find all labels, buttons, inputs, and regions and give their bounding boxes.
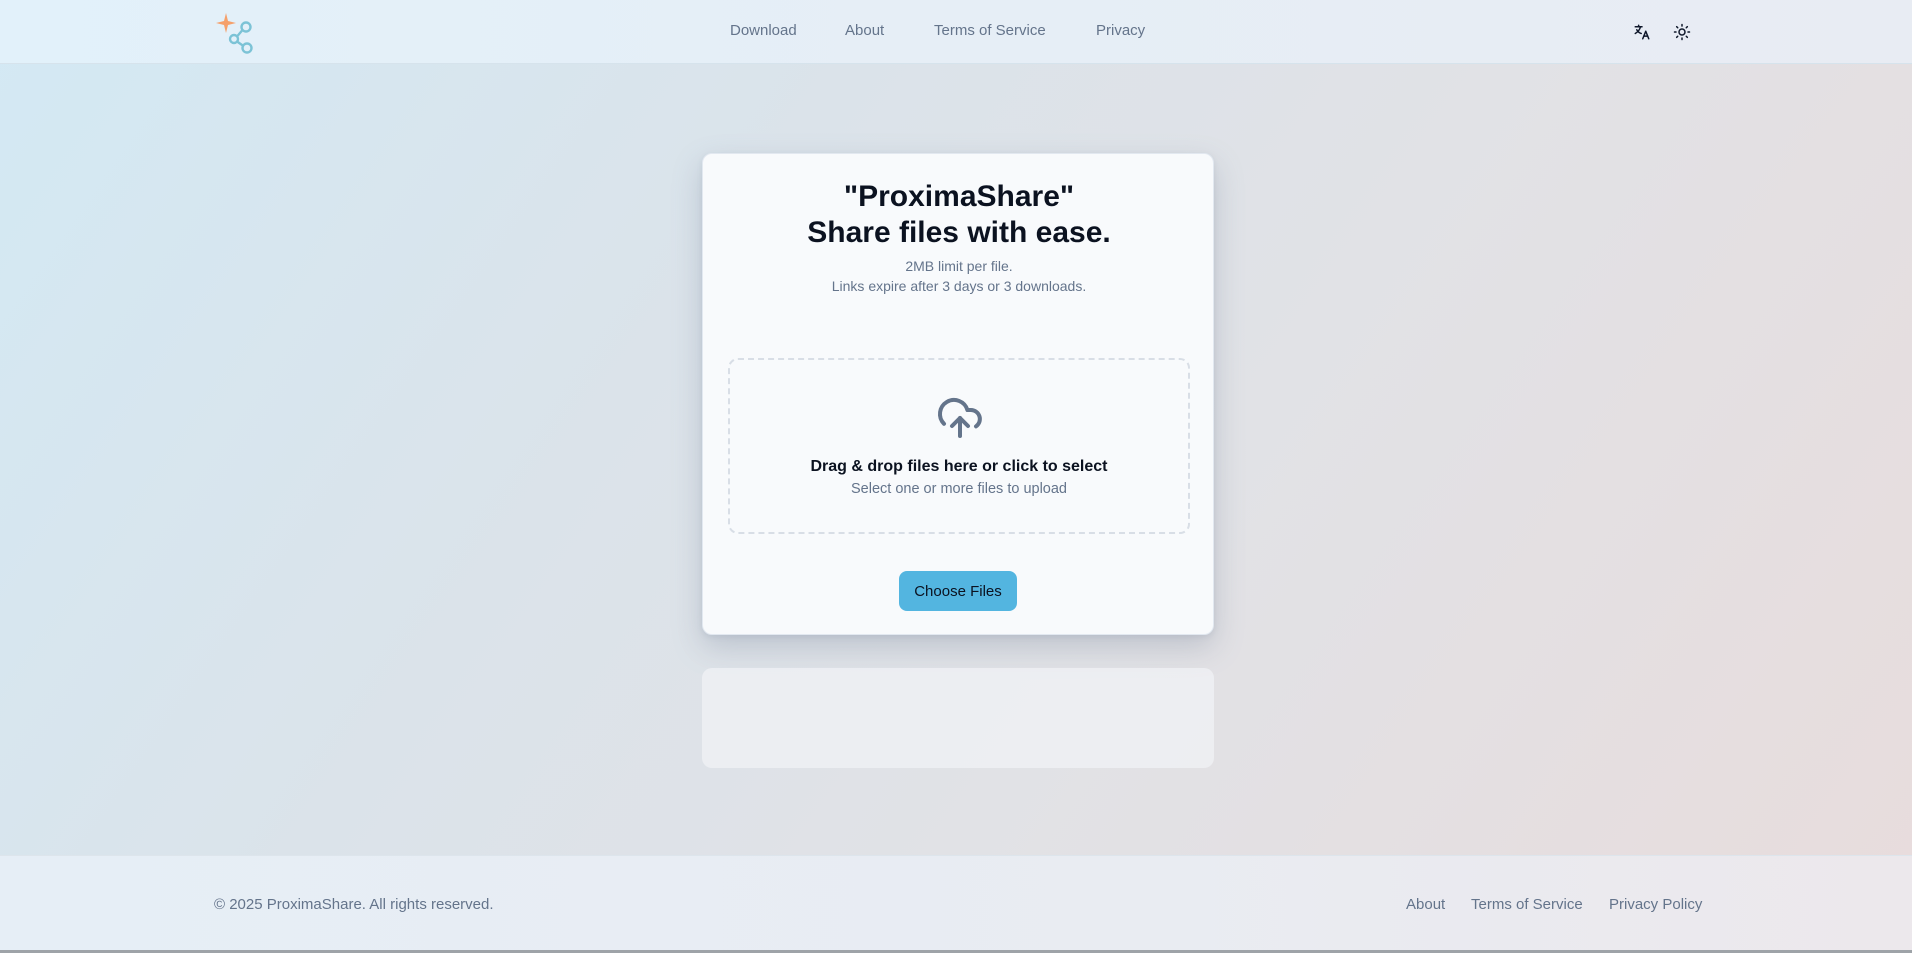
nav-about[interactable]: About	[845, 22, 884, 39]
theme-toggle-button[interactable]	[1670, 20, 1694, 44]
language-button[interactable]	[1630, 20, 1654, 44]
footer-link-about[interactable]: About	[1406, 896, 1445, 913]
nav-privacy[interactable]: Privacy	[1096, 22, 1145, 39]
site-footer: © 2025 ProximaShare. All rights reserved…	[0, 855, 1912, 953]
footer-link-privacy-policy[interactable]: Privacy Policy	[1609, 896, 1702, 913]
cloud-upload-icon	[938, 397, 982, 438]
sun-icon	[1673, 23, 1691, 41]
copyright-text: © 2025 ProximaShare. All rights reserved…	[214, 896, 494, 913]
choose-files-button[interactable]: Choose Files	[899, 571, 1017, 611]
footer-link-terms-of-service[interactable]: Terms of Service	[1471, 896, 1583, 913]
link-expiry-text: Links expire after 3 days or 3 downloads…	[831, 278, 1087, 294]
nav-terms-of-service[interactable]: Terms of Service	[934, 22, 1046, 39]
file-list-placeholder	[702, 668, 1214, 768]
translate-icon	[1634, 24, 1650, 40]
file-size-limit-text: 2MB limit per file.	[905, 258, 1013, 274]
dropzone-subtitle: Select one or more files to upload	[850, 481, 1067, 497]
upload-card: "ProximaShare" Share files with ease. 2M…	[702, 153, 1214, 635]
page-tagline: Share files with ease.	[807, 216, 1111, 249]
nav-download[interactable]: Download	[730, 22, 797, 39]
page-title: "ProximaShare"	[843, 180, 1075, 213]
main-nav: Download About Terms of Service Privacy	[0, 0, 1912, 64]
site-header: Download About Terms of Service Privacy	[0, 0, 1912, 64]
file-dropzone[interactable]: Drag & drop files here or click to selec…	[728, 358, 1190, 534]
dropzone-title: Drag & drop files here or click to selec…	[810, 458, 1108, 475]
